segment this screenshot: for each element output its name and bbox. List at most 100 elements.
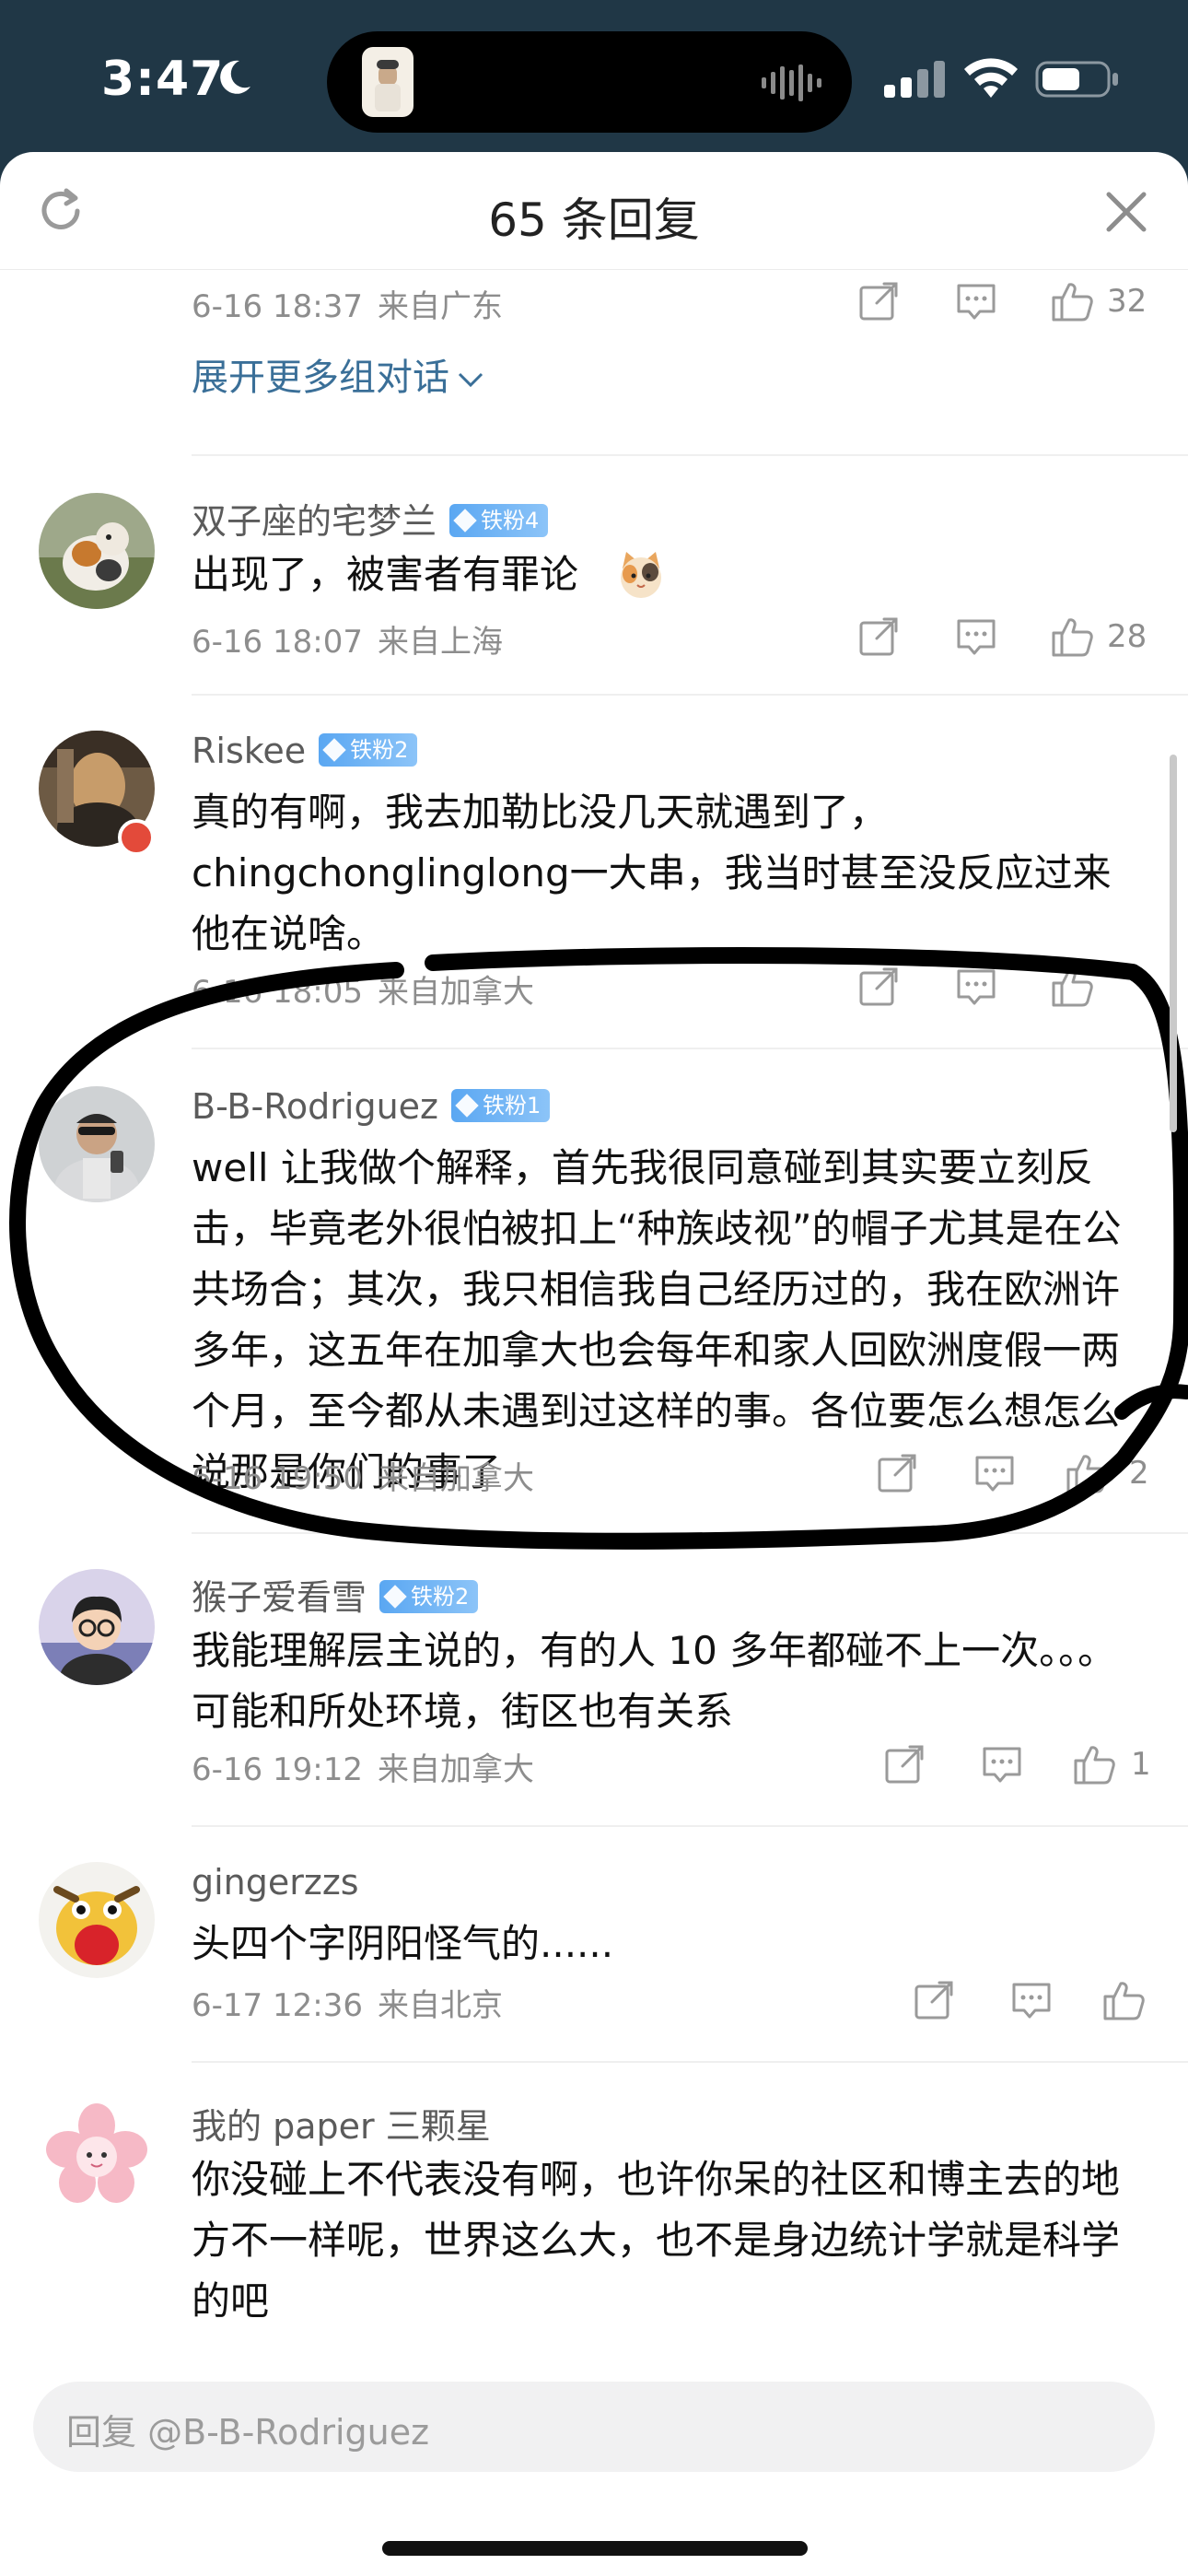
avatar[interactable]: [39, 1086, 155, 1202]
avatar[interactable]: [39, 1862, 155, 1978]
comment-meta: 6-16 18:05 来自加拿大: [192, 966, 534, 1012]
status-time: 3:47: [101, 52, 225, 107]
replies-sheet: 65 条回复 6-16 18:37 来自广东 32 展开更多组对话 双子座的宅梦兰…: [0, 152, 1188, 2576]
like-icon[interactable]: [1065, 1451, 1109, 1495]
divider: [192, 1825, 1188, 1827]
dynamic-island[interactable]: [327, 31, 852, 133]
status-bar: 3:47: [0, 0, 1188, 152]
comment-meta: 6-16 19:12 来自加拿大: [192, 1744, 534, 1789]
comment-date: 6-16 18:05: [192, 974, 363, 1011]
like-icon[interactable]: [1072, 1742, 1116, 1786]
comment-location: 来自加拿大: [377, 1751, 534, 1788]
fan-badge: 铁粉1: [451, 1088, 551, 1122]
home-indicator[interactable]: [382, 2541, 808, 2556]
comment-text: 头四个字阴阳怪气的......: [192, 1921, 614, 1966]
comment-location: 来自北京: [377, 1987, 503, 2024]
diamond-icon: [455, 1093, 479, 1118]
diamond-icon: [453, 508, 477, 533]
comment-icon[interactable]: [954, 615, 998, 659]
avatar[interactable]: [39, 1569, 155, 1685]
moon-icon: [220, 60, 250, 94]
audio-waveform-icon: [762, 64, 821, 101]
fan-badge-label: 铁粉2: [411, 1583, 470, 1610]
comment-date: 6-16 19:50: [192, 1460, 363, 1497]
like-icon[interactable]: [1050, 279, 1094, 323]
like-icon[interactable]: [1050, 965, 1094, 1009]
expand-label: 展开更多组对话: [192, 357, 449, 399]
comment-icon[interactable]: [980, 1742, 1024, 1786]
fan-badge: 铁粉2: [379, 1579, 479, 1613]
comment-meta: 6-16 18:37 来自广东: [192, 281, 503, 326]
comment-actions: 2: [875, 1451, 1151, 1503]
now-playing-thumbnail: [362, 47, 413, 117]
scrollbar[interactable]: [1170, 755, 1177, 1132]
cellular-signal-icon: [884, 61, 945, 98]
replies-list[interactable]: 6-16 18:37 来自广东 32 展开更多组对话 双子座的宅梦兰 铁粉4 出现了…: [0, 270, 1188, 2352]
avatar[interactable]: [39, 493, 155, 609]
reply-input-bar[interactable]: 回复 @B-B-Rodriguez: [33, 2382, 1155, 2472]
reply-input[interactable]: 回复 @B-B-Rodriguez: [66, 2404, 429, 2454]
like-count: 2: [1129, 1455, 1149, 1492]
like-count: 1: [1131, 1746, 1151, 1783]
comment-username[interactable]: 双子座的宅梦兰 铁粉4: [192, 493, 549, 544]
comment-text: 我能理解层主说的，有的人 10 多年都碰不上一次。。。可能和所处环境，街区也有关…: [192, 1628, 1117, 1734]
fan-badge-label: 铁粉4: [481, 507, 540, 533]
comment-location: 来自加拿大: [377, 1460, 534, 1497]
comment-meta: 6-16 18:07 来自上海: [192, 616, 503, 662]
comment-username[interactable]: gingerzzs: [192, 1862, 359, 1903]
comment-location: 来自上海: [377, 624, 503, 661]
comment-text: 你没碰上不代表没有啊，也许你呆的社区和博主去的地方不一样呢，世界这么大，也不是身…: [192, 2157, 1121, 2324]
comment-actions: [856, 965, 1151, 1016]
avatar[interactable]: [39, 2098, 155, 2214]
comment-date: 6-16 18:07: [192, 624, 363, 661]
divider: [192, 694, 1188, 696]
username-text: Riskee: [192, 731, 307, 771]
comment-actions: [912, 1978, 1151, 2030]
username-text: 猴子爱看雪: [192, 1577, 367, 1618]
diamond-icon: [322, 737, 346, 762]
comment-date: 6-17 12:36: [192, 1987, 363, 2024]
share-icon[interactable]: [856, 965, 901, 1009]
comment-actions: 28: [856, 615, 1151, 666]
comment-username[interactable]: 我的 paper 三颗星: [192, 2098, 491, 2149]
diamond-icon: [383, 1584, 407, 1609]
like-count: 28: [1107, 618, 1147, 655]
close-icon[interactable]: [1103, 189, 1149, 235]
comment-username[interactable]: 猴子爱看雪 铁粉2: [192, 1569, 479, 1620]
like-icon[interactable]: [1050, 615, 1094, 659]
username-text: gingerzzs: [192, 1862, 359, 1903]
comment-icon[interactable]: [954, 965, 998, 1009]
verified-badge-icon: [118, 819, 155, 856]
comment-actions: 32: [856, 279, 1151, 331]
comment-icon[interactable]: [954, 279, 998, 323]
comment-meta: 6-16 19:50 来自加拿大: [192, 1453, 534, 1498]
divider: [192, 1532, 1188, 1534]
comment-username[interactable]: Riskee 铁粉2: [192, 731, 418, 771]
comment-icon[interactable]: [1009, 1978, 1054, 2022]
fan-badge: 铁粉4: [449, 503, 549, 537]
fan-badge-label: 铁粉2: [350, 736, 409, 763]
sheet-header: 65 条回复: [0, 152, 1188, 270]
sheet-title: 65 条回复: [488, 193, 700, 247]
comment-icon[interactable]: [973, 1451, 1017, 1495]
comment-date: 6-16 19:12: [192, 1751, 363, 1788]
battery-icon: [1035, 61, 1118, 98]
expand-more-conversations-link[interactable]: 展开更多组对话: [192, 347, 484, 401]
share-icon[interactable]: [882, 1742, 926, 1786]
comment-location: 来自广东: [377, 288, 503, 325]
share-icon[interactable]: [856, 615, 901, 659]
comment-actions: 1: [882, 1742, 1151, 1794]
cat-emoji-icon: [621, 552, 661, 598]
comment-meta: 6-17 12:36 来自北京: [192, 1980, 503, 2025]
comment-username[interactable]: B-B-Rodriguez 铁粉1: [192, 1086, 551, 1127]
comment-text: well 让我做个解释，首先我很同意碰到其实要立刻反击，毕竟老外很怕被扣上“种族…: [192, 1145, 1122, 1494]
divider: [192, 1048, 1188, 1049]
comment-location: 来自加拿大: [377, 974, 534, 1011]
share-icon[interactable]: [912, 1978, 956, 2022]
like-icon[interactable]: [1101, 1978, 1146, 2022]
share-icon[interactable]: [875, 1451, 919, 1495]
divider: [192, 454, 1188, 456]
username-text: B-B-Rodriguez: [192, 1086, 438, 1127]
share-icon[interactable]: [856, 279, 901, 323]
chevron-down-icon: [458, 372, 483, 388]
